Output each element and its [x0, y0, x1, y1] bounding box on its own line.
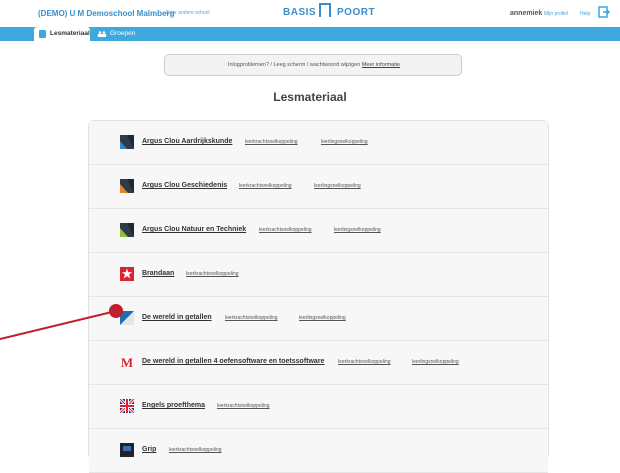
page-title: Lesmateriaal — [273, 90, 347, 104]
login-notice: Inlogproblemen? / Leeg scherm / wachtwoo… — [164, 54, 462, 76]
list-item: Argus Clou Geschiedenis leerkrachtsnelko… — [89, 165, 548, 209]
grip-icon — [120, 443, 134, 457]
student-link[interactable]: leerlingsnelkoppeling — [299, 315, 346, 321]
item-title[interactable]: Argus Clou Geschiedenis — [142, 182, 227, 189]
argus-icon — [120, 223, 134, 237]
list-item: Grip leerkrachtsnelkoppeling — [89, 429, 548, 473]
student-link[interactable]: leerlingsnelkoppeling — [314, 183, 361, 189]
item-title[interactable]: De wereld in getallen 4 oefensoftware en… — [142, 358, 324, 365]
brand-right: POORT — [337, 7, 376, 18]
list-item: Brandaan leerkrachtsnelkoppeling — [89, 253, 548, 297]
tab-label: Groepen — [110, 30, 136, 37]
list-item: Engels proefthema leerkrachtsnelkoppelin… — [89, 385, 548, 429]
item-title[interactable]: Argus Clou Natuur en Techniek — [142, 226, 246, 233]
list-item: Argus Clou Natuur en Techniek leerkracht… — [89, 209, 548, 253]
item-title[interactable]: Argus Clou Aardrijkskunde — [142, 138, 232, 145]
teacher-link[interactable]: leerkrachtsnelkoppeling — [259, 227, 312, 233]
union-jack-icon — [120, 399, 134, 413]
student-link[interactable]: leerlingsnelkoppeling — [412, 359, 459, 365]
item-title[interactable]: Engels proefthema — [142, 402, 205, 409]
notice-text: Inlogproblemen? / Leeg scherm / wachtwoo… — [227, 62, 361, 68]
student-link[interactable]: leerlingsnelkoppeling — [334, 227, 381, 233]
malmberg-m-icon: M — [120, 355, 134, 369]
teacher-link[interactable]: leerkrachtsnelkoppeling — [225, 315, 278, 321]
school-name[interactable]: (DEMO) U M Demoschool Malmberg — [38, 9, 174, 18]
list-item: De wereld in getallen leerkrachtsnelkopp… — [89, 297, 548, 341]
teacher-link[interactable]: leerkrachtsnelkoppeling — [217, 403, 270, 409]
item-title[interactable]: Brandaan — [142, 270, 174, 277]
list-item: M De wereld in getallen 4 oefensoftware … — [89, 341, 548, 385]
argus-icon — [120, 135, 134, 149]
book-icon — [39, 30, 46, 38]
tab-bar — [0, 27, 620, 41]
svg-text:M: M — [121, 355, 133, 369]
student-link[interactable]: leerlingsnelkoppeling — [321, 139, 368, 145]
star-icon — [120, 267, 134, 281]
profile-link[interactable]: Mijn profiel — [544, 11, 568, 17]
group-icon — [97, 31, 107, 37]
wereld-icon — [120, 311, 134, 325]
more-info-link[interactable]: Meer informatie — [362, 62, 400, 68]
teacher-link[interactable]: leerkrachtsnelkoppeling — [338, 359, 391, 365]
argus-icon — [120, 179, 134, 193]
teacher-link[interactable]: leerkrachtsnelkoppeling — [239, 183, 292, 189]
brand-left: BASIS — [283, 7, 317, 18]
item-title[interactable]: De wereld in getallen — [142, 314, 212, 321]
teacher-link[interactable]: leerkrachtsnelkoppeling — [186, 271, 239, 277]
teacher-link[interactable]: leerkrachtsnelkoppeling — [245, 139, 298, 145]
teacher-link[interactable]: leerkrachtsnelkoppeling — [169, 447, 222, 453]
item-title[interactable]: Grip — [142, 446, 156, 453]
brand-door-icon — [319, 3, 331, 17]
list-item: Argus Clou Aardrijkskunde leerkrachtsnel… — [89, 121, 548, 165]
tab-lesmateriaal[interactable]: Lesmateriaal — [34, 27, 90, 41]
help-link[interactable]: Help — [580, 11, 590, 17]
tab-label: Lesmateriaal — [50, 30, 90, 37]
user-name: annemiek — [510, 10, 543, 17]
other-school-link[interactable]: Naar andere school — [166, 10, 210, 16]
logout-icon[interactable] — [598, 6, 610, 18]
